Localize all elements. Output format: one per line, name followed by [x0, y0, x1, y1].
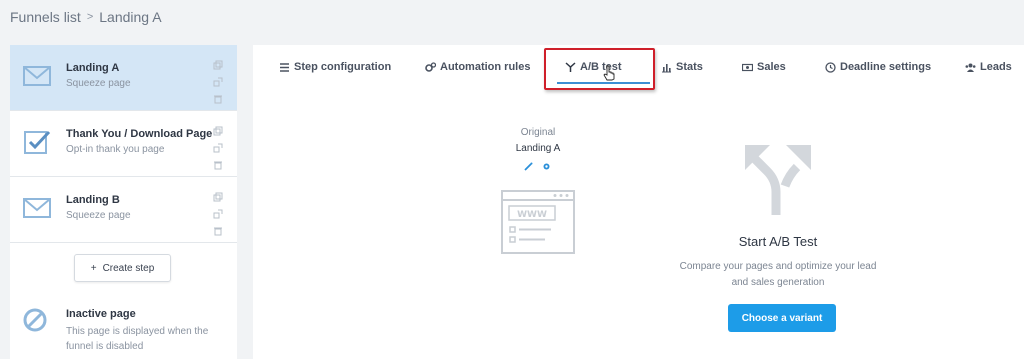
- create-step-button[interactable]: + Create step: [74, 254, 171, 282]
- choose-variant-button[interactable]: Choose a variant: [728, 304, 836, 332]
- tab-automation-rules[interactable]: Automation rules: [425, 61, 530, 73]
- envelope-icon: [22, 193, 52, 223]
- tab-label: Leads: [980, 61, 1012, 73]
- tab-label: Automation rules: [440, 61, 531, 73]
- tab-label: Stats: [676, 61, 703, 73]
- page-preview: WWW: [501, 190, 575, 254]
- tab-label: Step configuration: [294, 61, 392, 73]
- step-actions: [211, 57, 225, 104]
- ab-test-description: Compare your pages and optimize your lea…: [679, 261, 877, 288]
- step-subtitle: Squeeze page: [66, 78, 131, 89]
- breadcrumb-current: Landing A: [99, 9, 162, 25]
- tab-leads[interactable]: Leads: [965, 61, 1012, 73]
- www-text: WWW: [517, 210, 547, 220]
- gear-icon[interactable]: [542, 158, 551, 170]
- step-item-thank-you[interactable]: Thank You / Download Page Opt-in thank y…: [10, 111, 237, 177]
- trash-icon[interactable]: [213, 223, 223, 236]
- duplicate-icon[interactable]: [213, 123, 223, 136]
- inactive-page-description: This page is displayed when the funnel i…: [66, 326, 209, 352]
- step-subtitle: Opt-in thank you page: [66, 144, 165, 155]
- step-subtitle: Squeeze page: [66, 210, 131, 221]
- step-item-landing-a[interactable]: Landing A Squeeze page: [10, 45, 237, 111]
- tab-deadline-settings[interactable]: Deadline settings: [825, 61, 931, 73]
- bar-chart-icon: [662, 63, 671, 72]
- breadcrumb-parent-link[interactable]: Funnels list: [10, 9, 81, 25]
- tab-step-configuration[interactable]: Step configuration: [279, 61, 391, 73]
- active-tab-indicator: [557, 82, 650, 84]
- ban-icon: [22, 307, 48, 333]
- hand-cursor-icon: [603, 65, 615, 81]
- original-page-name: Landing A: [515, 143, 561, 154]
- inactive-page-item[interactable]: Inactive page This page is displayed whe…: [10, 297, 237, 359]
- tab-sales[interactable]: Sales: [742, 61, 786, 73]
- list-icon: [280, 62, 289, 72]
- duplicate-icon[interactable]: [213, 57, 223, 70]
- breadcrumb-separator: >: [86, 11, 94, 23]
- step-title: Landing B: [66, 194, 120, 206]
- inactive-page-title: Inactive page: [66, 308, 136, 320]
- steps-sidebar: Landing A Squeeze page Thank You / Downl…: [10, 45, 237, 359]
- original-actions: [524, 158, 551, 171]
- step-actions: [211, 123, 225, 170]
- ab-split-arrows-icon: [745, 145, 811, 215]
- magic-wand-icon[interactable]: [524, 158, 533, 171]
- move-icon[interactable]: [213, 206, 223, 219]
- money-icon: [742, 63, 753, 71]
- trash-icon[interactable]: [213, 157, 223, 170]
- duplicate-icon[interactable]: [213, 189, 223, 202]
- envelope-icon: [22, 61, 52, 91]
- step-title: Thank You / Download Page: [66, 128, 213, 140]
- tab-label: A/B test: [580, 61, 622, 73]
- trash-icon[interactable]: [213, 91, 223, 104]
- move-icon[interactable]: [213, 74, 223, 87]
- tab-bar: Step configuration Automation rules A/B …: [253, 45, 1024, 90]
- breadcrumb: Funnels list > Landing A: [10, 9, 162, 25]
- tab-label: Sales: [757, 61, 786, 73]
- tab-label: Deadline settings: [840, 61, 932, 73]
- main-panel: Step configuration Automation rules A/B …: [253, 45, 1024, 359]
- plus-icon: +: [90, 262, 97, 274]
- step-actions: [211, 189, 225, 236]
- ab-test-title: Start A/B Test: [738, 234, 818, 249]
- move-icon[interactable]: [213, 140, 223, 153]
- clock-icon: [825, 61, 836, 73]
- users-icon: [965, 63, 976, 72]
- step-title: Landing A: [66, 62, 120, 74]
- split-icon: [565, 61, 576, 72]
- original-label: Original: [520, 127, 556, 138]
- checkbox-icon: [22, 127, 52, 157]
- tab-stats[interactable]: Stats: [661, 61, 703, 73]
- step-item-landing-b[interactable]: Landing B Squeeze page: [10, 177, 237, 243]
- gears-icon: [425, 61, 436, 72]
- create-step-label: Create step: [102, 262, 155, 274]
